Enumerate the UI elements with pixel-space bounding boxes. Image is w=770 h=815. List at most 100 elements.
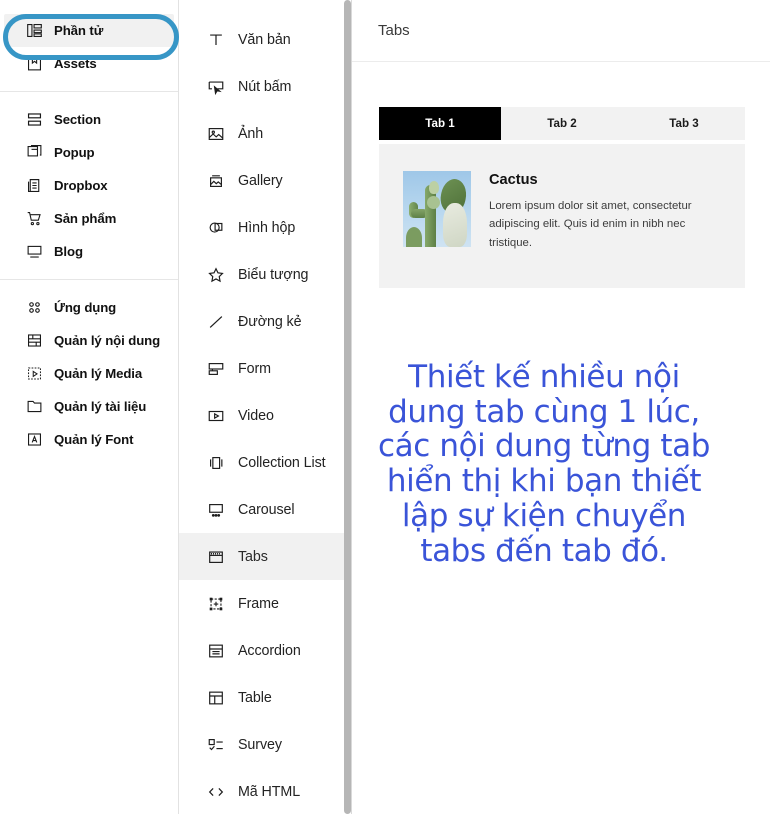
sidebar-divider [0, 91, 178, 92]
element-item-accordion[interactable]: Accordion [179, 627, 351, 674]
bookmark-icon [26, 55, 43, 72]
element-item-frame[interactable]: Frame [179, 580, 351, 627]
element-item-label: Frame [238, 595, 279, 612]
element-item-label: Video [238, 407, 274, 424]
sidebar-item-label: Assets [54, 56, 97, 71]
sidebar-item-label: Sản phẩm [54, 211, 117, 226]
element-item-tabs[interactable]: Tabs [179, 533, 351, 580]
element-item-label: Form [238, 360, 271, 377]
table-grid-icon [207, 689, 225, 707]
sidebar-item-ph-n-t[interactable]: Phần tử [4, 14, 174, 47]
element-item-h-nh-h-p[interactable]: Hình hộp [179, 204, 351, 251]
gallery-icon [207, 172, 225, 190]
media-manager-icon [26, 365, 43, 382]
element-item-label: Carousel [238, 501, 295, 518]
collection-list-icon [207, 454, 225, 472]
preview-header: Tabs [352, 0, 770, 62]
form-icon [207, 360, 225, 378]
sidebar-item-assets[interactable]: Assets [4, 47, 174, 80]
sidebar-group: Phần tử Assets [0, 14, 178, 80]
card-description: Lorem ipsum dolor sit amet, consectetur … [489, 200, 692, 249]
sidebar-item-section[interactable]: Section [4, 103, 174, 136]
content-manager-icon [26, 332, 43, 349]
element-item-label: Mã HTML [238, 783, 301, 800]
sidebar-group: Ứng dụng Quản lý nội dung Quản lý Media Quả… [0, 291, 178, 456]
shopping-cart-icon [26, 210, 43, 227]
folder-icon [26, 398, 43, 415]
element-list-items: Văn bản Nút bấm Ảnh Gallery Hình hộp Biểu tượ… [179, 16, 351, 815]
element-item-label: Collection List [238, 454, 326, 471]
sidebar-groups: Phần tử Assets Section Popup Dropbox Sản phẩm… [0, 14, 178, 456]
sidebar-item-qu-n-l-t-i-li-u[interactable]: Quản lý tài liệu [4, 390, 174, 423]
annotation-line: dung tab cùng 1 lúc, [388, 393, 700, 430]
element-list-panel[interactable]: Văn bản Nút bấm Ảnh Gallery Hình hộp Biểu tượ… [179, 0, 352, 814]
element-item-label: Hình hộp [238, 219, 296, 236]
frame-icon [207, 595, 225, 613]
font-letter-a-icon [26, 431, 43, 448]
element-item-v-n-b-n[interactable]: Văn bản [179, 16, 351, 63]
sidebar-item-label: Quản lý nội dung [54, 333, 161, 348]
element-item-label: Văn bản [238, 31, 291, 48]
text-t-icon [207, 31, 225, 49]
dropbox-list-icon [26, 177, 43, 194]
element-item-table[interactable]: Table [179, 674, 351, 721]
tab-1[interactable]: Tab 1 [379, 107, 501, 140]
popup-window-icon [26, 144, 43, 161]
survey-checklist-icon [207, 736, 225, 754]
sidebar-item-s-n-ph-m[interactable]: Sản phẩm [4, 202, 174, 235]
cactus-photo [403, 171, 471, 247]
sidebar-item-label: Phần tử [54, 23, 104, 38]
element-item-video[interactable]: Video [179, 392, 351, 439]
tab-3[interactable]: Tab 3 [623, 107, 745, 140]
sidebar-item-qu-n-l-n-i-dung[interactable]: Quản lý nội dung [4, 324, 174, 357]
element-item-label: Tabs [238, 548, 268, 565]
element-item-form[interactable]: Form [179, 345, 351, 392]
element-item-label: Accordion [238, 642, 301, 659]
tab-strip: Tab 1 Tab 2 Tab 3 [379, 107, 745, 140]
element-item-bi-u-t-ng[interactable]: Biểu tượng [179, 251, 351, 298]
sidebar-item-dropbox[interactable]: Dropbox [4, 169, 174, 202]
element-item-carousel[interactable]: Carousel [179, 486, 351, 533]
section-rows-icon [26, 111, 43, 128]
element-item-ng-k[interactable]: Đường kẻ [179, 298, 351, 345]
element-item-m-html[interactable]: Mã HTML [179, 768, 351, 815]
monitor-icon [26, 243, 43, 260]
sidebar-item-ng-d-ng[interactable]: Ứng dụng [4, 291, 174, 324]
sidebar-item-label: Ứng dụng [54, 300, 117, 315]
elements-grid-icon [26, 22, 43, 39]
element-item-survey[interactable]: Survey [179, 721, 351, 768]
tab-2[interactable]: Tab 2 [501, 107, 623, 140]
annotation-line: Thiết kế nhiều nội [408, 359, 680, 395]
sidebar-item-qu-n-l-font[interactable]: Quản lý Font [4, 423, 174, 456]
element-item-label: Survey [238, 736, 282, 753]
element-item-label: Gallery [238, 172, 283, 189]
annotation-line: tabs đến tab đó. [420, 532, 668, 569]
sidebar-item-blog[interactable]: Blog [4, 235, 174, 268]
element-item-n-t-b-m[interactable]: Nút bấm [179, 63, 351, 110]
sidebar-item-label: Quản lý tài liệu [54, 399, 147, 414]
element-list-scrollbar[interactable] [344, 0, 351, 814]
shapes-overlap-icon [207, 219, 225, 237]
annotation-line: hiển thị khi bạn thiết [386, 463, 702, 500]
star-icon [207, 266, 225, 284]
tab-panel-content: Cactus Lorem ipsum dolor sit amet, conse… [379, 144, 745, 288]
scrollbar-thumb[interactable] [344, 0, 351, 814]
apps-dots-icon [26, 299, 43, 316]
sidebar-item-qu-n-l-media[interactable]: Quản lý Media [4, 357, 174, 390]
left-sidebar: Phần tử Assets Section Popup Dropbox Sản phẩm… [0, 0, 179, 814]
element-item-label: Table [238, 689, 272, 706]
element-item-label: Ảnh [238, 125, 264, 142]
element-item-nh[interactable]: Ảnh [179, 110, 351, 157]
annotation-line: các nội dung từng tab [378, 428, 710, 465]
sidebar-item-label: Section [54, 112, 101, 127]
accordion-icon [207, 642, 225, 660]
sidebar-item-label: Quản lý Font [54, 432, 134, 447]
element-item-gallery[interactable]: Gallery [179, 157, 351, 204]
app-root: Phần tử Assets Section Popup Dropbox Sản phẩm… [0, 0, 770, 814]
card-title: Cactus [489, 172, 538, 188]
tabs-icon [207, 548, 225, 566]
carousel-icon [207, 501, 225, 519]
element-item-label: Nút bấm [238, 78, 292, 95]
element-item-collection-list[interactable]: Collection List [179, 439, 351, 486]
sidebar-item-popup[interactable]: Popup [4, 136, 174, 169]
